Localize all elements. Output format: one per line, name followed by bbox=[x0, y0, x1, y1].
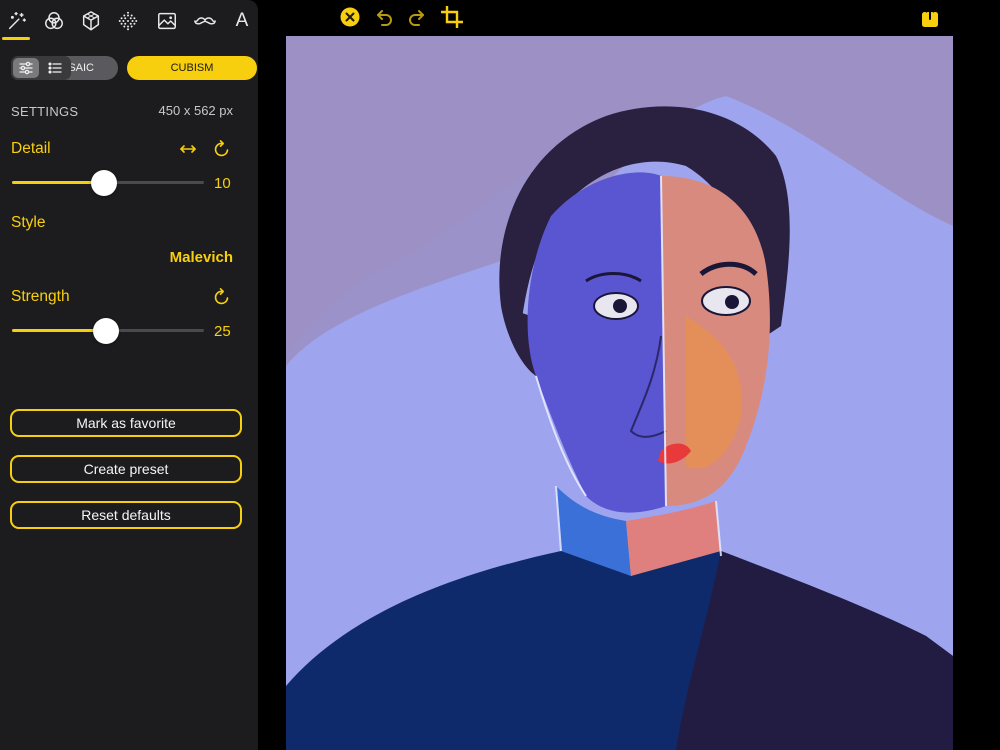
cubism-portrait-image bbox=[286, 36, 953, 750]
strength-slider-fill bbox=[12, 329, 106, 332]
mark-favorite-button[interactable]: Mark as favorite bbox=[10, 409, 242, 437]
cube-icon[interactable] bbox=[76, 6, 106, 36]
strength-label: Strength bbox=[11, 288, 70, 305]
detail-slider-knob[interactable] bbox=[91, 170, 117, 196]
dots-pattern-icon[interactable] bbox=[113, 6, 143, 36]
text-icon[interactable]: A bbox=[227, 6, 257, 36]
segment-cubism[interactable]: CUBISM bbox=[127, 56, 257, 80]
detail-reset-icon[interactable] bbox=[212, 139, 232, 164]
magic-wand-icon[interactable] bbox=[2, 6, 32, 36]
tool-tabs: A bbox=[0, 0, 258, 42]
create-preset-button[interactable]: Create preset bbox=[10, 455, 242, 483]
detail-label: Detail bbox=[11, 140, 51, 157]
segment-cubism-label: CUBISM bbox=[170, 62, 214, 74]
active-tab-indicator bbox=[2, 37, 30, 40]
horizontal-arrows-icon[interactable] bbox=[178, 139, 198, 164]
image-size-label: 450 x 562 px bbox=[158, 103, 233, 118]
style-mode-segment: SAIC CUBISM bbox=[11, 56, 257, 80]
strength-slider[interactable] bbox=[12, 317, 204, 345]
detail-slider[interactable] bbox=[12, 169, 204, 197]
color-circles-icon[interactable] bbox=[39, 6, 69, 36]
strength-slider-knob[interactable] bbox=[93, 318, 119, 344]
top-toolbar bbox=[258, 0, 1000, 36]
crop-icon[interactable] bbox=[439, 4, 465, 30]
settings-heading: SETTINGS bbox=[11, 104, 79, 119]
sliders-icon bbox=[19, 61, 33, 75]
canvas-margin bbox=[953, 36, 1000, 750]
segment-mosaic-label: SAIC bbox=[68, 62, 94, 74]
text-icon-letter: A bbox=[235, 10, 249, 31]
share-icon[interactable] bbox=[917, 4, 943, 30]
sliders-view-button[interactable] bbox=[13, 58, 39, 78]
app-window: A SAIC CUBISM SETTINGS 450 x 562 px Deta… bbox=[0, 0, 1000, 750]
undo-icon[interactable] bbox=[371, 4, 397, 30]
close-icon[interactable] bbox=[337, 4, 363, 30]
list-icon bbox=[48, 62, 62, 74]
style-value-selector[interactable]: Malevich bbox=[170, 249, 233, 266]
list-view-button[interactable] bbox=[42, 58, 68, 78]
redo-icon[interactable] bbox=[404, 4, 430, 30]
mustache-icon[interactable] bbox=[190, 6, 220, 36]
detail-value: 10 bbox=[214, 175, 231, 192]
settings-panel: A SAIC CUBISM SETTINGS 450 x 562 px Deta… bbox=[0, 0, 258, 750]
strength-value: 25 bbox=[214, 323, 231, 340]
image-canvas[interactable] bbox=[286, 36, 953, 750]
reset-defaults-button[interactable]: Reset defaults bbox=[10, 501, 242, 529]
strength-reset-icon[interactable] bbox=[212, 287, 232, 312]
style-label: Style bbox=[11, 214, 46, 231]
image-icon[interactable] bbox=[152, 6, 182, 36]
view-mode-toggle bbox=[11, 56, 71, 80]
